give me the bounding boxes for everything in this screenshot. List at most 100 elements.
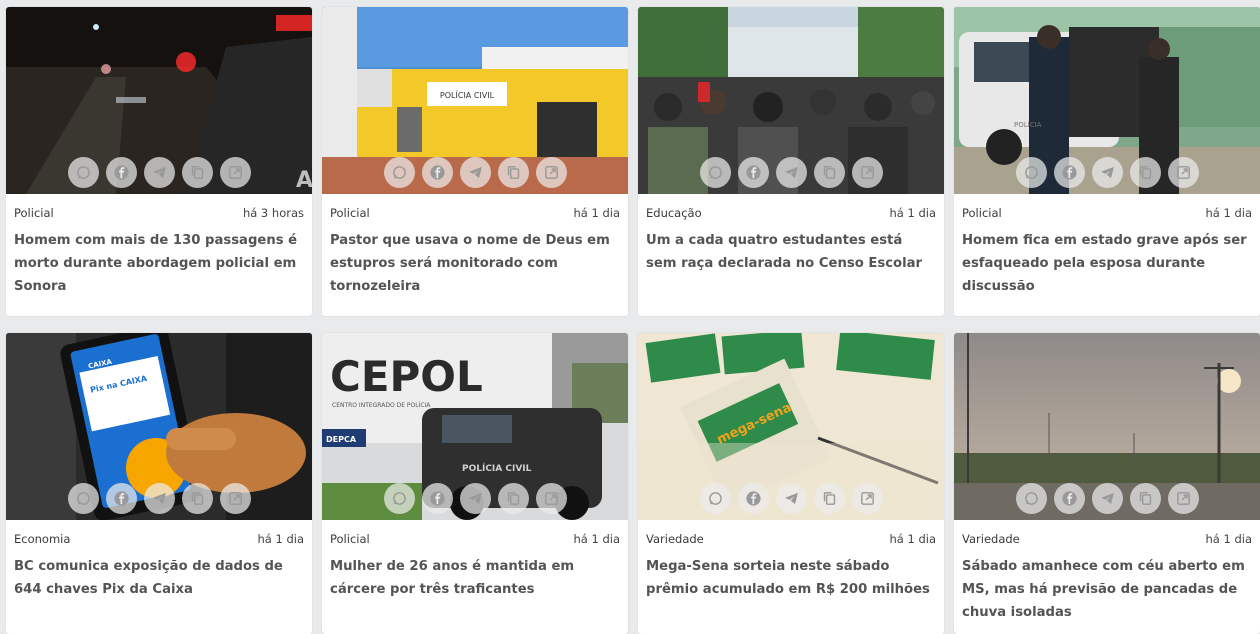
copy-icon[interactable]: [181, 483, 213, 514]
open-external-icon[interactable]: [535, 157, 567, 188]
copy-icon[interactable]: [181, 157, 213, 188]
category-label[interactable]: Variedade: [646, 532, 704, 546]
news-thumbnail[interactable]: [638, 7, 944, 194]
headline-link[interactable]: Sábado amanhece com céu aberto em MS, ma…: [954, 546, 1260, 624]
news-card[interactable]: mega-sena Variedade há 1 dia Mega-Sena s…: [638, 333, 944, 634]
whatsapp-icon[interactable]: [1015, 157, 1047, 188]
timestamp: há 1 dia: [573, 532, 620, 546]
share-bar: [638, 483, 944, 514]
category-label[interactable]: Policial: [330, 532, 370, 546]
building-lettering: CEPOL: [330, 352, 483, 401]
open-external-icon[interactable]: [851, 483, 883, 514]
share-bar: [6, 157, 312, 188]
telegram-icon[interactable]: [143, 157, 175, 188]
open-external-icon[interactable]: [535, 483, 567, 514]
facebook-icon[interactable]: [1053, 157, 1085, 188]
timestamp: há 1 dia: [1205, 206, 1252, 220]
car-lettering: POLÍCIA CIVIL: [462, 462, 532, 474]
news-card[interactable]: CEPOL CENTRO INTEGRADO DE POLÍCIA DEPCA …: [322, 333, 628, 634]
timestamp: há 1 dia: [257, 532, 304, 546]
facebook-icon[interactable]: [105, 483, 137, 514]
whatsapp-icon[interactable]: [699, 157, 731, 188]
share-bar: [322, 157, 628, 188]
card-meta: Educação há 1 dia: [638, 194, 944, 220]
card-meta: Policial há 1 dia: [322, 520, 628, 546]
telegram-icon[interactable]: [459, 157, 491, 188]
facebook-icon[interactable]: [421, 483, 453, 514]
facebook-icon[interactable]: [737, 483, 769, 514]
whatsapp-icon[interactable]: [699, 483, 731, 514]
timestamp: há 1 dia: [889, 532, 936, 546]
facebook-icon[interactable]: [737, 157, 769, 188]
facebook-icon[interactable]: [1053, 483, 1085, 514]
copy-icon[interactable]: [1129, 157, 1161, 188]
telegram-icon[interactable]: [143, 483, 175, 514]
telegram-icon[interactable]: [775, 483, 807, 514]
card-meta: Policial há 3 horas: [6, 194, 312, 220]
category-label[interactable]: Policial: [962, 206, 1002, 220]
copy-icon[interactable]: [497, 157, 529, 188]
headline-link[interactable]: Um a cada quatro estudantes está sem raç…: [638, 220, 944, 275]
telegram-icon[interactable]: [1091, 483, 1123, 514]
news-card[interactable]: CAIXA Pix na CAIXA Economia há 1 dia BC …: [6, 333, 312, 634]
share-bar: [6, 483, 312, 514]
open-external-icon[interactable]: [1167, 483, 1199, 514]
news-thumbnail[interactable]: CAIXA Pix na CAIXA: [6, 333, 312, 520]
open-external-icon[interactable]: [219, 483, 251, 514]
news-thumbnail[interactable]: mega-sena: [638, 333, 944, 520]
share-bar: [954, 157, 1260, 188]
news-grid: A Policial há 3 horas Homem com mais de …: [0, 0, 1260, 634]
news-thumbnail[interactable]: [954, 333, 1260, 520]
open-external-icon[interactable]: [851, 157, 883, 188]
headline-link[interactable]: Mulher de 26 anos é mantida em cárcere p…: [322, 546, 628, 601]
copy-icon[interactable]: [1129, 483, 1161, 514]
category-label[interactable]: Educação: [646, 206, 702, 220]
copy-icon[interactable]: [497, 483, 529, 514]
card-meta: Variedade há 1 dia: [954, 520, 1260, 546]
headline-link[interactable]: BC comunica exposição de dados de 644 ch…: [6, 546, 312, 601]
headline-link[interactable]: Homem fica em estado grave após ser esfa…: [954, 220, 1260, 298]
open-external-icon[interactable]: [219, 157, 251, 188]
news-card[interactable]: A Policial há 3 horas Homem com mais de …: [6, 7, 312, 316]
headline-link[interactable]: Mega-Sena sorteia neste sábado prêmio ac…: [638, 546, 944, 601]
timestamp: há 1 dia: [573, 206, 620, 220]
category-label[interactable]: Policial: [14, 206, 54, 220]
share-bar: [322, 483, 628, 514]
news-thumbnail[interactable]: POLÍCIA: [954, 7, 1260, 194]
whatsapp-icon[interactable]: [383, 483, 415, 514]
whatsapp-icon[interactable]: [1015, 483, 1047, 514]
news-thumbnail[interactable]: CEPOL CENTRO INTEGRADO DE POLÍCIA DEPCA …: [322, 333, 628, 520]
whatsapp-icon[interactable]: [383, 157, 415, 188]
copy-icon[interactable]: [813, 157, 845, 188]
timestamp: há 1 dia: [1205, 532, 1252, 546]
headline-link[interactable]: Pastor que usava o nome de Deus em estup…: [322, 220, 628, 298]
news-card[interactable]: Variedade há 1 dia Sábado amanhece com c…: [954, 333, 1260, 634]
news-card[interactable]: Educação há 1 dia Um a cada quatro estud…: [638, 7, 944, 316]
vehicle-lettering: POLÍCIA: [1014, 120, 1042, 129]
share-bar: [638, 157, 944, 188]
category-label[interactable]: Policial: [330, 206, 370, 220]
share-bar: [954, 483, 1260, 514]
whatsapp-icon[interactable]: [67, 483, 99, 514]
news-card[interactable]: POLÍCIA Policial há 1 dia Homem fica em …: [954, 7, 1260, 316]
facebook-icon[interactable]: [421, 157, 453, 188]
category-label[interactable]: Variedade: [962, 532, 1020, 546]
telegram-icon[interactable]: [1091, 157, 1123, 188]
timestamp: há 3 horas: [242, 206, 304, 220]
whatsapp-icon[interactable]: [67, 157, 99, 188]
telegram-icon[interactable]: [459, 483, 491, 514]
copy-icon[interactable]: [813, 483, 845, 514]
card-meta: Policial há 1 dia: [954, 194, 1260, 220]
card-meta: Variedade há 1 dia: [638, 520, 944, 546]
headline-link[interactable]: Homem com mais de 130 passagens é morto …: [6, 220, 312, 298]
facebook-icon[interactable]: [105, 157, 137, 188]
category-label[interactable]: Economia: [14, 532, 70, 546]
card-meta: Policial há 1 dia: [322, 194, 628, 220]
open-external-icon[interactable]: [1167, 157, 1199, 188]
news-card[interactable]: POLÍCIA CIVIL Policial há 1 dia Pastor q…: [322, 7, 628, 316]
telegram-icon[interactable]: [775, 157, 807, 188]
building-sign: POLÍCIA CIVIL: [440, 89, 495, 100]
building-sublettering: CENTRO INTEGRADO DE POLÍCIA: [332, 402, 431, 409]
news-thumbnail[interactable]: A: [6, 7, 312, 194]
news-thumbnail[interactable]: POLÍCIA CIVIL: [322, 7, 628, 194]
